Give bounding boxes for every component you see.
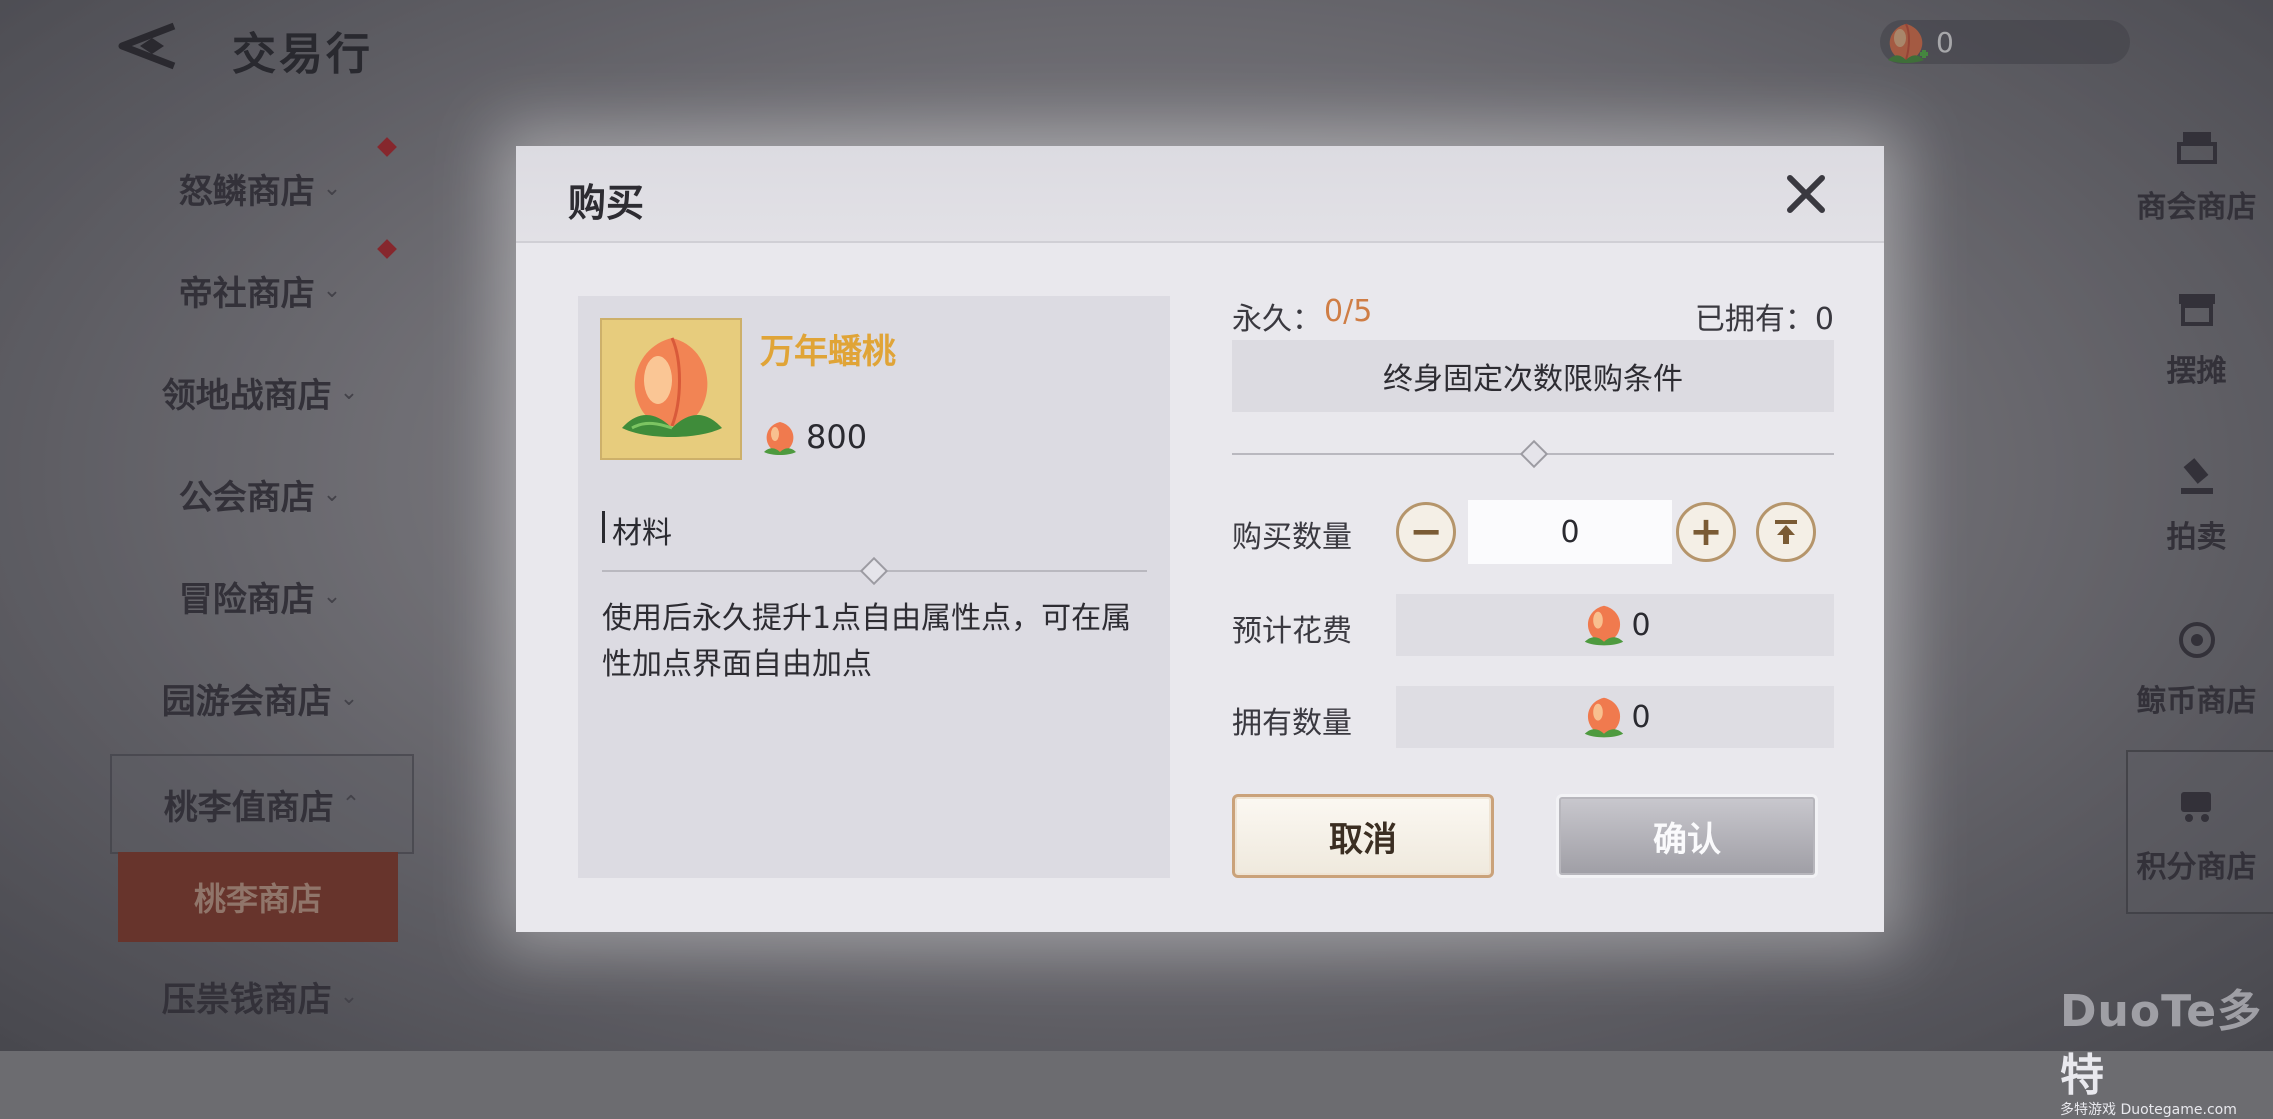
quantity-label: 购买数量: [1232, 520, 1352, 555]
plus-icon: +: [1689, 509, 1723, 555]
purchase-limit-condition: 终身固定次数限购条件: [1232, 340, 1834, 412]
peach-icon: [1585, 605, 1624, 646]
max-arrow-icon: [1775, 520, 1797, 544]
item-name: 万年蟠桃: [760, 332, 896, 372]
divider-ornament: [859, 556, 889, 586]
estimated-cost-box: 0: [1396, 594, 1834, 656]
permanent-value: 0/5: [1324, 294, 1373, 329]
confirm-button[interactable]: 确认: [1556, 794, 1818, 878]
item-info-panel: 万年蟠桃 800 材料 使用后永久提升1点自由属性点，可在属性加点界面自由加点: [578, 296, 1170, 878]
purchase-dialog: 购买 万年蟠桃 800 材料 使用后永久提升1点自由属性点，可在属性加点界面自由…: [516, 146, 1884, 932]
item-image: [600, 318, 742, 460]
owned-quantity-value: 0: [1631, 699, 1651, 735]
max-quantity-button[interactable]: [1756, 502, 1816, 562]
close-icon[interactable]: [1782, 170, 1830, 218]
cancel-button[interactable]: 取消: [1232, 794, 1494, 878]
permanent-label: 永久：: [1232, 302, 1322, 337]
minus-icon: −: [1409, 509, 1443, 555]
category-marker: [602, 511, 605, 543]
owned-quantity-label: 拥有数量: [1232, 706, 1352, 741]
estimated-cost-value: 0: [1631, 607, 1651, 643]
increase-quantity-button[interactable]: +: [1676, 502, 1736, 562]
watermark-sub: 多特游戏 Duotegame.com: [2060, 1102, 2237, 1118]
dialog-title: 购买: [568, 181, 645, 225]
divider-ornament: [1519, 439, 1549, 469]
decrease-quantity-button[interactable]: −: [1396, 502, 1456, 562]
dialog-header: 购买: [516, 146, 1884, 243]
owned-count: 已拥有：0: [1694, 302, 1834, 337]
quantity-input[interactable]: [1468, 500, 1672, 564]
item-description: 使用后永久提升1点自由属性点，可在属性加点界面自由加点: [602, 601, 1132, 682]
item-price: 800: [806, 418, 868, 456]
owned-quantity-box: 0: [1396, 686, 1834, 748]
estimated-cost-label: 预计花费: [1232, 614, 1352, 649]
peach-icon: [764, 422, 796, 455]
peach-icon: [1585, 697, 1624, 738]
peach-icon: [622, 337, 722, 437]
item-category: 材料: [612, 516, 672, 551]
